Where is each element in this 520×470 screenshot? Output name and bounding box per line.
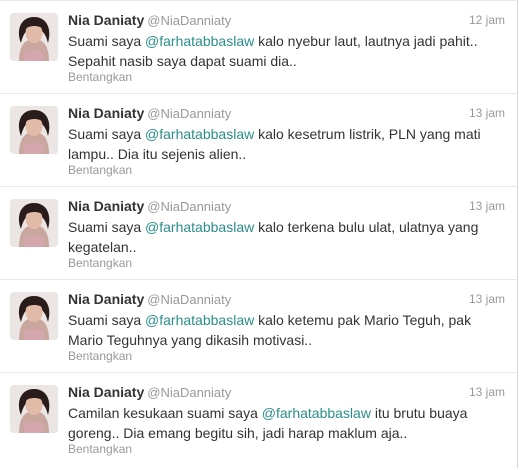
expand-link[interactable]: Bentangkan [68, 442, 132, 456]
expand-link[interactable]: Bentangkan [68, 70, 132, 84]
author-name[interactable]: Nia Daniaty [68, 384, 144, 400]
tweet-timestamp[interactable]: 13 jam [469, 290, 505, 308]
tweet-item[interactable]: Nia Daniaty @NiaDanniaty 13 jam Suami say… [0, 187, 517, 280]
mention-link[interactable]: @farhatabbaslaw [145, 126, 254, 142]
tweet-text-before: Suami saya [68, 126, 146, 142]
tweet-header: Nia Daniaty @NiaDanniaty 13 jam [68, 290, 505, 308]
tweet-text-before: Suami saya [68, 312, 146, 328]
author-username[interactable]: @NiaDanniaty [147, 385, 231, 400]
avatar[interactable] [10, 292, 58, 340]
tweet-header: Nia Daniaty @NiaDanniaty 13 jam [68, 104, 505, 122]
author-username[interactable]: @NiaDanniaty [147, 199, 231, 214]
tweet-item[interactable]: Nia Daniaty @NiaDanniaty 13 jam Camilan k… [0, 373, 517, 466]
author-username[interactable]: @NiaDanniaty [147, 106, 231, 121]
mention-link[interactable]: @farhatabbaslaw [145, 219, 254, 235]
tweet-header: Nia Daniaty @NiaDanniaty 13 jam [68, 383, 505, 401]
profile-photo-icon [10, 13, 58, 61]
tweet-timestamp[interactable]: 13 jam [469, 104, 505, 122]
expand-link[interactable]: Bentangkan [68, 256, 132, 270]
author-username[interactable]: @NiaDanniaty [147, 292, 231, 307]
tweet-item[interactable]: Nia Daniaty @NiaDanniaty 12 jam Suami say… [0, 1, 517, 94]
tweet-text-before: Suami saya [68, 219, 146, 235]
profile-photo-icon [10, 292, 58, 340]
tweet-timeline: Nia Daniaty @NiaDanniaty 12 jam Suami say… [0, 0, 518, 468]
tweet-timestamp[interactable]: 13 jam [469, 197, 505, 215]
tweet-header: Nia Daniaty @NiaDanniaty 13 jam [68, 197, 505, 215]
tweet-timestamp[interactable]: 13 jam [469, 383, 505, 401]
tweet-text-before: Suami saya [68, 33, 146, 49]
avatar[interactable] [10, 13, 58, 61]
author-name[interactable]: Nia Daniaty [68, 105, 144, 121]
tweet-header: Nia Daniaty @NiaDanniaty 12 jam [68, 11, 505, 29]
tweet-text-before: Camilan kesukaan suami saya [68, 405, 262, 421]
tweet-text: Camilan kesukaan suami saya @farhatabbas… [68, 403, 500, 443]
tweet-item[interactable]: Nia Daniaty @NiaDanniaty 13 jam Suami say… [0, 94, 517, 187]
author-name[interactable]: Nia Daniaty [68, 198, 144, 214]
tweet-timestamp[interactable]: 12 jam [469, 11, 505, 29]
tweet-text: Suami saya @farhatabbaslaw kalo kesetrum… [68, 124, 500, 164]
tweet-text: Suami saya @farhatabbaslaw kalo ketemu p… [68, 310, 500, 350]
mention-link[interactable]: @farhatabbaslaw [145, 33, 254, 49]
avatar[interactable] [10, 385, 58, 433]
tweet-text: Suami saya @farhatabbaslaw kalo terkena … [68, 217, 500, 257]
profile-photo-icon [10, 106, 58, 154]
expand-link[interactable]: Bentangkan [68, 163, 132, 177]
mention-link[interactable]: @farhatabbaslaw [145, 312, 254, 328]
profile-photo-icon [10, 199, 58, 247]
author-name[interactable]: Nia Daniaty [68, 12, 144, 28]
author-name[interactable]: Nia Daniaty [68, 291, 144, 307]
mention-link[interactable]: @farhatabbaslaw [262, 405, 371, 421]
author-username[interactable]: @NiaDanniaty [147, 13, 231, 28]
avatar[interactable] [10, 106, 58, 154]
tweet-text: Suami saya @farhatabbaslaw kalo nyebur l… [68, 31, 500, 71]
profile-photo-icon [10, 385, 58, 433]
avatar[interactable] [10, 199, 58, 247]
expand-link[interactable]: Bentangkan [68, 349, 132, 363]
tweet-item[interactable]: Nia Daniaty @NiaDanniaty 13 jam Suami say… [0, 280, 517, 373]
